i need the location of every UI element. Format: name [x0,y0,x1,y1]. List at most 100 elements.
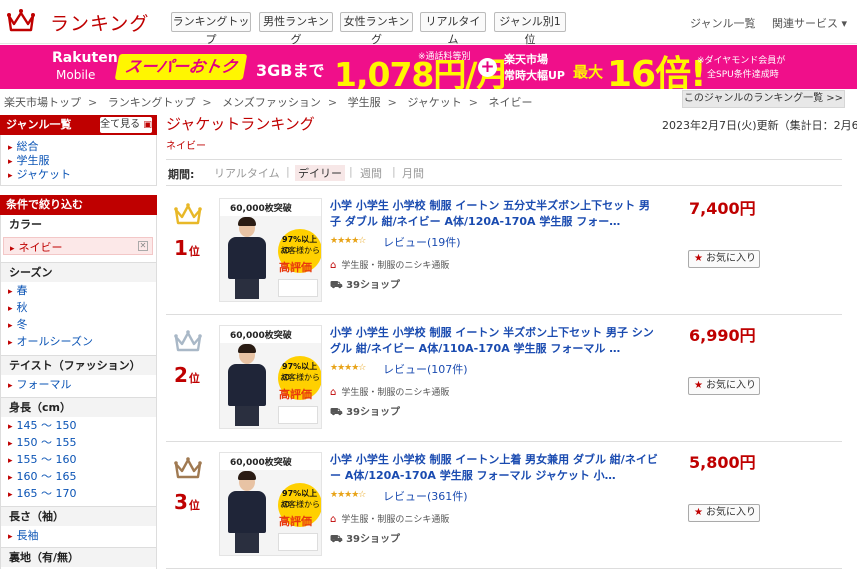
favorite-button[interactable]: ★ お気に入り [688,377,760,395]
ranking-item: 1位 60,000枚突破 97%以上の お客様から 高評価 小学 小学生 小学校… [166,188,842,315]
shipping-label: 39ショップ [346,280,400,291]
thumb-stamp [278,533,318,551]
related-services-menu[interactable]: 関連サービス ▾ [772,15,847,31]
star-rating: ★★★★☆ [330,236,366,246]
shop-name: 学生服・制服のニシキ通販 [341,515,450,525]
filter-height-title: 身長（cm） [1,397,156,417]
star-icon: ★ [694,253,703,264]
filter-color-selected[interactable]: ネイビー ✕ [3,237,153,255]
breadcrumb-item[interactable]: ランキングトップ [108,96,196,109]
breadcrumb-item[interactable]: メンズファッション [222,96,321,109]
student-photo [228,471,266,553]
site-header: ランキング ランキングトップ 男性ランキング 女性ランキング リアルタイム ジャ… [0,0,857,46]
shipping-badge: ⛟ 39ショップ [330,403,400,420]
banner-times-text: 16倍! [607,54,707,89]
truck-icon: ⛟ [330,407,343,418]
review-link[interactable]: レビュー(361件) [383,488,468,504]
thumb-stamp [278,279,318,297]
ranking-logo-title[interactable]: ランキング [50,9,149,36]
shipping-badge: ⛟ 39ショップ [330,530,400,547]
favorite-button[interactable]: ★ お気に入り [688,504,760,522]
shipping-badge: ⛟ 39ショップ [330,276,400,293]
filter-height-option[interactable]: 155 ～ 160 [8,451,77,467]
filter-season-autumn[interactable]: 秋 [8,299,28,315]
thumb-circle-text2: お客様から [280,373,320,382]
student-photo [228,344,266,426]
filter-height-option[interactable]: 150 ～ 155 [8,434,77,450]
favorite-label: お気に入り [705,253,756,264]
product-title-link[interactable]: 小学 小学生 小学校 制服 イートン上着 男女兼用 ダブル 紺/ネイビー A体/… [330,452,660,484]
banner-note-line2: 全SPU条件達成時 [707,70,779,80]
favorite-label: お気に入り [705,380,756,391]
tab-genre-first[interactable]: ジャンル別1位 [494,12,566,46]
product-thumbnail[interactable]: 60,000枚突破 97%以上の お客様から 高評価 [219,325,322,429]
genre-list-link[interactable]: ジャンル一覧 [690,15,755,31]
sidebar-filter-header: 条件で絞り込む [0,195,157,215]
shop-name: 学生服・制服のニシキ通販 [341,261,450,271]
product-thumbnail[interactable]: 60,000枚突破 97%以上の お客様から 高評価 [219,452,322,556]
review-link[interactable]: レビュー(107件) [383,361,468,377]
home-icon: ⌂ [330,514,337,525]
filter-season-all[interactable]: オールシーズン [8,333,93,349]
thumb-header-text: 60,000枚突破 [230,204,292,214]
home-icon: ⌂ [330,260,337,271]
arrow-icon: ▣ [143,120,152,130]
page-title: ジャケットランキング [166,115,315,133]
filter-season-title: シーズン [1,262,156,282]
filter-height-option[interactable]: 165 ～ 170 [8,485,77,501]
thumb-circle-text3: 高評価 [279,261,312,274]
product-title-link[interactable]: 小学 小学生 小学校 制服 イートン 五分丈半ズボン上下セット 男子 ダブル 紺… [330,198,660,230]
rakuten-mobile-banner[interactable]: Rakuten Mobile スーパーおトク 3GBまで 1,078円/月 ※通… [0,45,857,89]
thumb-header: 60,000枚突破 [220,326,321,343]
star-icon: ★ [694,507,703,518]
tab-ranking-top[interactable]: ランキングトップ [171,12,251,46]
banner-super-badge: スーパーおトク [114,54,248,80]
filter-taste-title: テイスト（ファッション） [1,355,156,375]
star-rating: ★★★★☆ [330,363,366,373]
breadcrumb-item[interactable]: 学生服 [348,96,381,109]
filter-sleeve-long[interactable]: 長袖 [8,527,39,543]
remove-filter-icon[interactable]: ✕ [138,241,148,251]
shipping-label: 39ショップ [346,407,400,418]
breadcrumb-item[interactable]: 楽天市場トップ [4,96,81,109]
period-monthly[interactable]: 月間 [402,165,424,181]
filter-height-option[interactable]: 145 ～ 150 [8,417,77,433]
shop-link[interactable]: ⌂ 学生服・制服のニシキ通販 [330,512,449,525]
product-thumbnail[interactable]: 60,000枚突破 97%以上の お客様から 高評価 [219,198,322,302]
filter-season-spring[interactable]: 春 [8,282,28,298]
filter-height-option[interactable]: 160 ～ 165 [8,468,77,484]
tab-realtime[interactable]: リアルタイム [420,12,486,46]
breadcrumb-item[interactable]: ジャケット [407,96,461,109]
period-realtime[interactable]: リアルタイム [214,165,280,181]
shop-link[interactable]: ⌂ 学生服・制服のニシキ通販 [330,385,449,398]
tab-female-ranking[interactable]: 女性ランキング [340,12,413,46]
period-separator: | [349,165,353,178]
breadcrumb-item[interactable]: ネイビー [489,96,533,109]
period-weekly[interactable]: 週間 [360,165,382,181]
period-daily[interactable]: デイリー [295,165,345,181]
shipping-label: 39ショップ [346,534,400,545]
rank-suffix: 位 [188,372,200,385]
thumb-stamp [278,406,318,424]
rank-value: 2 [174,363,188,387]
sidebar-genre-jacket[interactable]: ジャケット [8,166,71,182]
rank-number: 1位 [174,236,200,260]
period-separator: | [286,165,290,178]
rank-value: 1 [174,236,188,260]
product-title-link[interactable]: 小学 小学生 小学校 制服 イートン 半ズボン上下セット 男子 シングル 紺/ネ… [330,325,660,357]
ranking-item: 2位 60,000枚突破 97%以上の お客様から 高評価 小学 小学生 小学校… [166,315,842,442]
filter-season-winter[interactable]: 冬 [8,316,28,332]
genre-ranking-list-link[interactable]: このジャンルのランキング一覧 >> [682,90,845,108]
favorite-button[interactable]: ★ お気に入り [688,250,760,268]
thumb-circle-text2: お客様から [280,246,320,255]
banner-logo-rakuten: Rakuten [52,50,118,66]
banner-market-line1: 楽天市場 [504,53,548,66]
tab-male-ranking[interactable]: 男性ランキング [259,12,333,46]
shop-link[interactable]: ⌂ 学生服・制服のニシキ通販 [330,258,449,271]
filter-taste-formal[interactable]: フォーマル [8,376,72,392]
crown-logo-icon[interactable] [6,6,36,36]
show-all-button[interactable]: 全て見る ▣ [100,117,152,133]
price: 7,400円 [689,199,756,218]
rank-crown-icon [174,330,202,352]
review-link[interactable]: レビュー(19件) [383,234,461,250]
